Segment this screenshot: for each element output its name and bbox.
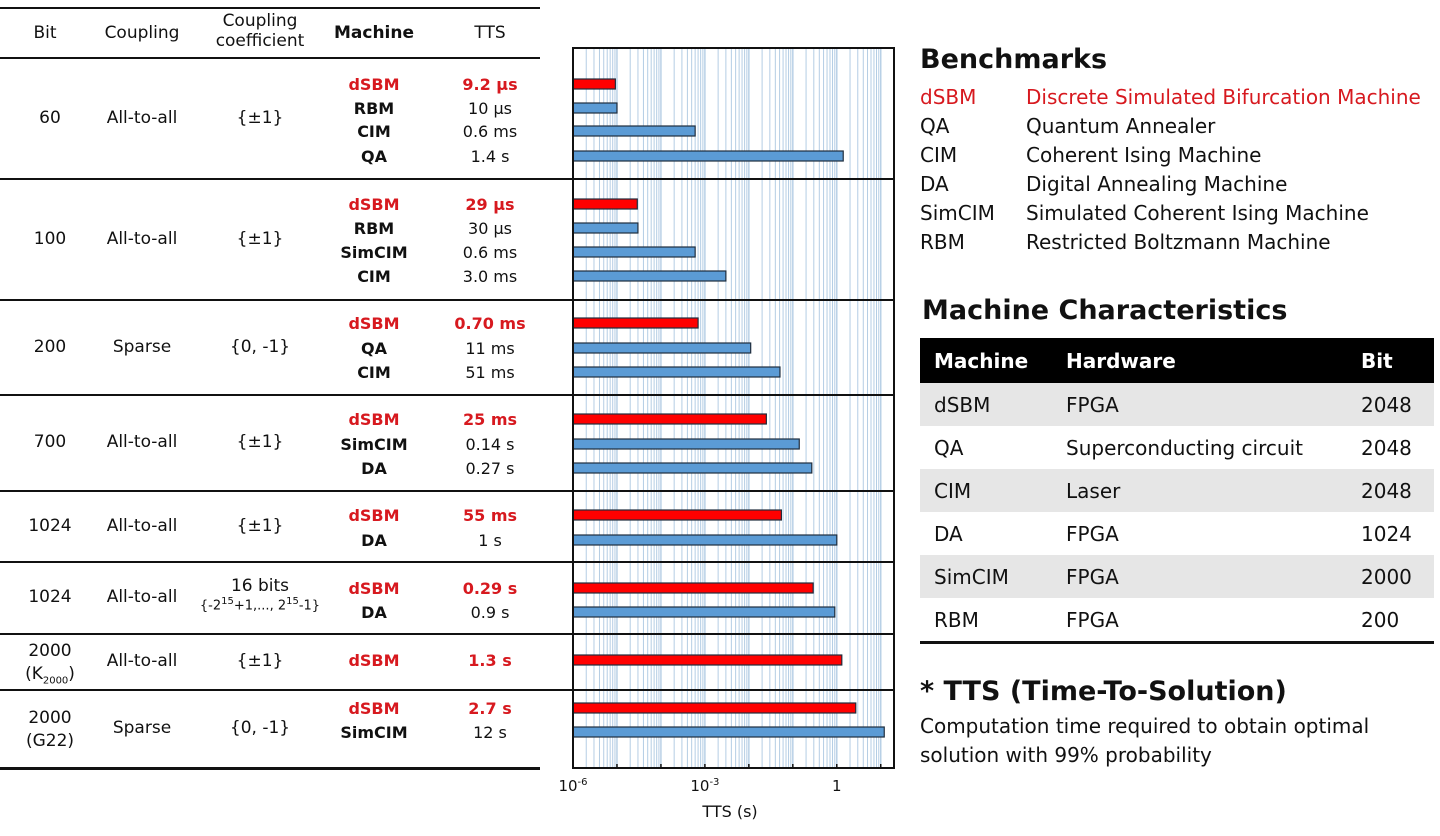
bar-simcim xyxy=(572,438,800,450)
bar-dsbm xyxy=(572,654,843,666)
mc-machine: CIM xyxy=(934,478,972,503)
x-tick-label: 10-6 xyxy=(558,777,587,795)
bar-cim xyxy=(572,366,781,378)
mc-hardware: Laser xyxy=(1066,478,1121,503)
benchmark-abbr: DA xyxy=(920,172,949,196)
bar-simcim xyxy=(572,246,696,258)
chart-bars xyxy=(572,78,885,738)
mc-machine: dSBM xyxy=(934,392,991,417)
mc-machine: RBM xyxy=(934,607,979,632)
bar-da xyxy=(572,462,813,474)
benchmark-name: Restricted Boltzmann Machine xyxy=(1026,230,1331,254)
x-axis-label: TTS (s) xyxy=(701,802,757,821)
x-tick-label: 10-3 xyxy=(690,777,719,795)
mc-machine: SimCIM xyxy=(934,564,1009,589)
mc-header-hardware: Hardware xyxy=(1066,348,1176,373)
tts-note-body: Computation time required to obtain opti… xyxy=(920,714,1370,767)
bar-dsbm xyxy=(572,413,767,425)
machine-characteristics-table: Machine Hardware Bit dSBM FPGA 2048 QA Super… xyxy=(920,338,1434,644)
benchmark-abbr: RBM xyxy=(920,230,965,254)
bar-dsbm xyxy=(572,509,783,521)
bar-rbm xyxy=(572,102,618,114)
mc-machine: DA xyxy=(934,521,963,546)
mc-machine: QA xyxy=(934,435,964,460)
mc-hardware: FPGA xyxy=(1066,607,1119,632)
benchmark-abbr: SimCIM xyxy=(920,201,995,225)
benchmark-name: Digital Annealing Machine xyxy=(1026,172,1288,196)
x-tick-label: 1 xyxy=(832,777,842,795)
mc-row: DA FPGA 1024 xyxy=(920,512,1434,555)
mc-header-row: Machine Hardware Bit xyxy=(920,338,1434,383)
mc-bit: 1024 xyxy=(1361,521,1412,546)
bar-cim xyxy=(572,270,727,282)
bar-dsbm xyxy=(572,78,616,90)
bar-dsbm xyxy=(572,582,814,594)
mc-hardware: FPGA xyxy=(1066,521,1119,546)
bar-rbm xyxy=(572,222,639,234)
mc-row: SimCIM FPGA 2000 xyxy=(920,555,1434,598)
benchmark-name: Quantum Annealer xyxy=(1026,114,1216,138)
mc-bit: 2000 xyxy=(1361,564,1412,589)
mc-row: RBM FPGA 200 xyxy=(920,598,1434,641)
mc-row: dSBM FPGA 2048 xyxy=(920,383,1434,426)
mc-hardware: Superconducting circuit xyxy=(1066,435,1303,460)
mc-bit: 2048 xyxy=(1361,478,1412,503)
mc-hardware: FPGA xyxy=(1066,392,1119,417)
mc-bottom-rule xyxy=(920,641,1434,644)
mc-row: CIM Laser 2048 xyxy=(920,469,1434,512)
mc-header-bit: Bit xyxy=(1361,348,1393,373)
mc-row: QA Superconducting circuit 2048 xyxy=(920,426,1434,469)
benchmarks-title: Benchmarks xyxy=(920,44,1108,75)
benchmark-name: Coherent Ising Machine xyxy=(1026,143,1262,167)
mc-bit: 2048 xyxy=(1361,435,1412,460)
mc-bit: 2048 xyxy=(1361,392,1412,417)
mc-rows: dSBM FPGA 2048 QA Superconducting circuit 204… xyxy=(920,383,1434,641)
machine-characteristics-title: Machine Characteristics xyxy=(922,295,1288,326)
bar-cim xyxy=(572,125,696,137)
benchmark-abbr: QA xyxy=(920,114,950,138)
tts-note-title: * TTS (Time-To-Solution) xyxy=(920,676,1287,707)
bar-qa xyxy=(572,150,844,162)
bar-da xyxy=(572,534,838,546)
benchmark-abbr: dSBM xyxy=(920,85,977,109)
mc-header-machine: Machine xyxy=(934,348,1029,373)
bar-dsbm xyxy=(572,317,699,329)
bar-dsbm xyxy=(572,198,638,210)
tts-bar-chart: 10-6 10-3 1 TTS (s) xyxy=(540,47,895,821)
benchmark-name: Simulated Coherent Ising Machine xyxy=(1026,201,1369,225)
mc-hardware: FPGA xyxy=(1066,564,1119,589)
bar-da xyxy=(572,606,836,618)
mc-bit: 200 xyxy=(1361,607,1400,632)
benchmark-name: Discrete Simulated Bifurcation Machine xyxy=(1026,85,1421,109)
bar-dsbm xyxy=(572,702,857,714)
benchmark-abbr: CIM xyxy=(920,143,958,167)
bar-qa xyxy=(572,342,752,354)
bar-simcim xyxy=(572,726,885,738)
